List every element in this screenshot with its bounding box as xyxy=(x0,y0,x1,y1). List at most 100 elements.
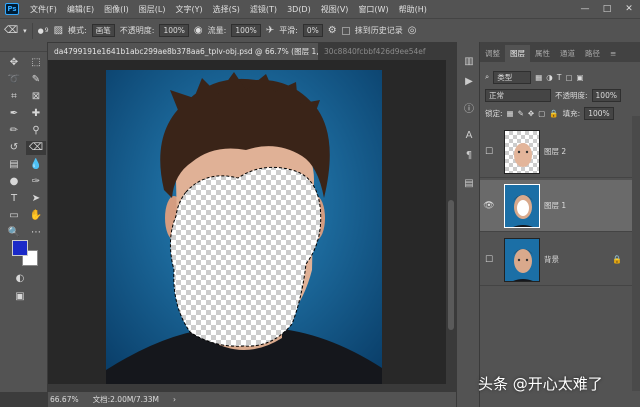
menu-layer[interactable]: 图层(L) xyxy=(134,4,171,15)
filter-pixel-icon[interactable]: ▦ xyxy=(535,73,542,82)
canvas-area[interactable] xyxy=(48,60,456,392)
menu-type[interactable]: 文字(Y) xyxy=(170,4,207,15)
vertical-scrollbar[interactable] xyxy=(446,60,456,392)
tab-paths[interactable]: 路径 xyxy=(580,45,605,62)
brush-preset-icon[interactable]: ● xyxy=(38,27,44,35)
pressure-opacity-icon[interactable]: ◉ xyxy=(194,25,203,36)
hand-tool-icon[interactable]: ✋ xyxy=(26,209,46,223)
pen-tool-icon[interactable]: ✑ xyxy=(26,175,46,189)
menu-view[interactable]: 视图(V) xyxy=(316,4,354,15)
horizontal-scrollbar[interactable] xyxy=(48,384,446,392)
healing-brush-tool-icon[interactable]: ✚ xyxy=(26,107,46,121)
zoom-level[interactable]: 66.67% xyxy=(50,395,79,404)
panel-tabs: 调整 图层 属性 通道 路径 ≡ xyxy=(480,42,640,62)
marquee-tool-icon[interactable]: ⬚ xyxy=(26,56,46,70)
layer-name[interactable]: 图层 2 xyxy=(544,146,566,157)
layer-row-layer2[interactable]: ☐ 图层 2 xyxy=(480,126,640,178)
lock-paint-icon[interactable]: ✎ xyxy=(518,109,524,118)
visibility-toggle[interactable]: ☐ xyxy=(480,255,498,265)
layer-name[interactable]: 图层 1 xyxy=(544,200,566,211)
layer-row-background[interactable]: ☐ 背景 🔒 xyxy=(480,234,640,286)
menu-file[interactable]: 文件(F) xyxy=(25,4,62,15)
menu-edit[interactable]: 编辑(E) xyxy=(62,4,99,15)
clone-stamp-tool-icon[interactable]: ⚲ xyxy=(26,124,46,138)
lock-pixels-icon[interactable]: ▦ xyxy=(507,109,514,118)
eye-icon[interactable]: 👁 xyxy=(480,201,498,211)
pressure-size-icon[interactable]: ◎ xyxy=(408,25,417,36)
libraries-icon[interactable]: ▤ xyxy=(457,174,481,194)
history-icon[interactable]: ▥ xyxy=(457,52,481,72)
eraser-tool-preset-icon[interactable]: ⌫ xyxy=(4,25,18,36)
panel-menu-icon[interactable]: ≡ xyxy=(605,45,621,62)
layers-scrollbar[interactable] xyxy=(632,116,640,391)
foreground-color-swatch[interactable] xyxy=(12,240,28,256)
path-select-tool-icon[interactable]: ➤ xyxy=(26,192,46,206)
history-brush-tool-icon[interactable]: ↺ xyxy=(4,141,24,155)
airbrush-icon[interactable]: ✈ xyxy=(266,25,274,36)
blur-tool-icon[interactable]: 💧 xyxy=(26,158,46,172)
layer-name[interactable]: 背景 xyxy=(544,254,559,265)
eraser-tool-icon[interactable]: ⌫ xyxy=(26,141,46,155)
layer-opacity-field[interactable]: 100% xyxy=(591,88,621,102)
lock-move-icon[interactable]: ✥ xyxy=(528,109,534,118)
menu-3d[interactable]: 3D(D) xyxy=(282,5,316,14)
frame-tool-icon[interactable]: ⊠ xyxy=(26,90,46,104)
tab-second-document[interactable]: 30c8840fcbbf426d9ee54ef xyxy=(318,43,448,60)
filter-smart-icon[interactable]: ▣ xyxy=(577,73,584,82)
quick-select-tool-icon[interactable]: ✎ xyxy=(26,73,46,87)
gradient-tool-icon[interactable]: ▤ xyxy=(4,158,24,172)
flow-field[interactable]: 100% xyxy=(231,24,261,37)
fill-field[interactable]: 100% xyxy=(584,106,614,120)
lock-artboard-icon[interactable]: ▢ xyxy=(538,109,545,118)
menu-select[interactable]: 选择(S) xyxy=(208,4,245,15)
erase-history-checkbox[interactable] xyxy=(341,26,350,35)
more-tools-icon[interactable]: ⋯ xyxy=(26,226,46,240)
close-button[interactable]: ✕ xyxy=(618,0,640,18)
smooth-field[interactable]: 0% xyxy=(302,24,323,37)
opacity-field[interactable]: 100% xyxy=(159,24,189,37)
paragraph-icon[interactable]: ¶ xyxy=(457,146,481,166)
maximize-button[interactable]: □ xyxy=(596,0,618,18)
blend-mode-select[interactable]: 正常 xyxy=(485,88,551,102)
brush-settings-icon[interactable]: ▨ xyxy=(54,25,63,36)
tab-layers[interactable]: 图层 xyxy=(505,45,530,62)
character-icon[interactable]: A xyxy=(457,126,481,146)
layer-row-layer1[interactable]: 👁 图层 1 xyxy=(480,180,640,232)
quick-mask-icon[interactable]: ◐ xyxy=(10,272,30,286)
crop-tool-icon[interactable]: ⌗ xyxy=(4,90,24,104)
type-tool-icon[interactable]: T xyxy=(4,192,24,206)
filter-shape-icon[interactable]: ▢ xyxy=(565,73,572,82)
brush-tool-icon[interactable]: ✏ xyxy=(4,124,24,138)
visibility-toggle[interactable]: ☐ xyxy=(480,147,498,157)
menu-help[interactable]: 帮助(H) xyxy=(394,4,432,15)
chevron-down-icon[interactable]: ▾ xyxy=(23,27,27,35)
document-size[interactable]: 文档:2.00M/7.33M xyxy=(93,394,159,405)
vertical-scroll-thumb[interactable] xyxy=(448,200,454,330)
tab-adjustments[interactable]: 调整 xyxy=(480,45,505,62)
document-photo[interactable] xyxy=(106,70,382,392)
menu-window[interactable]: 窗口(W) xyxy=(353,4,393,15)
move-tool-icon[interactable]: ✥ xyxy=(4,56,24,70)
tab-active-document[interactable]: da4799191e1641b1abc299ae8b378aa6_tplv-ob… xyxy=(48,43,318,60)
zoom-tool-icon[interactable]: 🔍 xyxy=(4,226,24,240)
chevron-right-icon[interactable]: › xyxy=(173,395,176,404)
minimize-button[interactable]: — xyxy=(574,0,596,18)
toolbar-handle[interactable] xyxy=(0,42,47,52)
dodge-tool-icon[interactable]: ● xyxy=(4,175,24,189)
rectangle-tool-icon[interactable]: ▭ xyxy=(4,209,24,223)
tab-properties[interactable]: 属性 xyxy=(530,45,555,62)
mode-select[interactable]: 画笔 xyxy=(91,24,115,37)
lock-all-icon[interactable]: 🔒 xyxy=(549,109,558,118)
gear-icon[interactable]: ⚙ xyxy=(328,25,337,36)
menu-filter[interactable]: 滤镜(T) xyxy=(245,4,282,15)
filter-type-icon[interactable]: T xyxy=(557,73,562,82)
actions-play-icon[interactable]: ▶ xyxy=(457,72,481,92)
filter-adjust-icon[interactable]: ◑ xyxy=(546,73,553,82)
tab-channels[interactable]: 通道 xyxy=(555,45,580,62)
lasso-tool-icon[interactable]: ➰ xyxy=(4,73,24,87)
screen-mode-icon[interactable]: ▣ xyxy=(10,290,30,304)
menu-image[interactable]: 图像(I) xyxy=(99,4,134,15)
eyedropper-tool-icon[interactable]: ✒ xyxy=(4,107,24,121)
info-icon[interactable]: ⓘ xyxy=(457,100,481,120)
filter-kind-select[interactable]: 类型 xyxy=(493,70,532,84)
